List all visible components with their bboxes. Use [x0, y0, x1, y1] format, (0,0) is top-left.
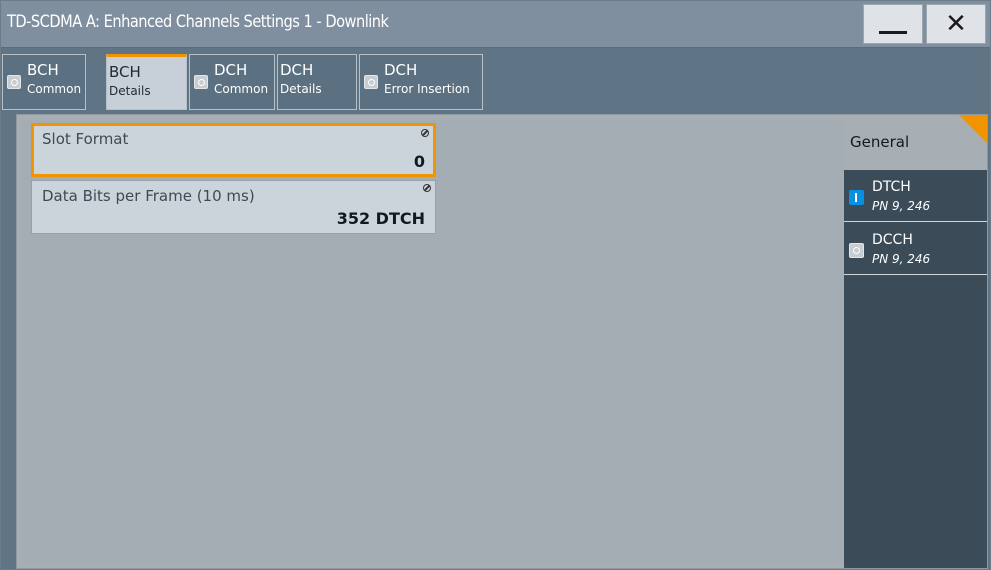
side-item-sub: PN 9, 246: [872, 252, 931, 266]
tab-label-top: DCH: [214, 61, 248, 79]
tab-label-top: DCH: [280, 61, 314, 79]
tab-label-top: BCH: [109, 63, 141, 81]
settings-panel: Slot Format 0 Data Bits per Frame (10 ms…: [21, 119, 845, 564]
read-only-icon: [421, 129, 429, 137]
tab-dch-error-insertion[interactable]: DCH Error Insertion: [359, 54, 483, 110]
side-item-dcch[interactable]: DCCH PN 9, 246: [844, 223, 987, 275]
tab-label-top: DCH: [384, 61, 418, 79]
data-bits-value: 352 DTCH: [336, 209, 425, 228]
dialog-window: TD-SCDMA A: Enhanced Channels Settings 1…: [0, 0, 991, 570]
toggle-off-icon[interactable]: [849, 243, 864, 258]
window-title: TD-SCDMA A: Enhanced Channels Settings 1…: [7, 12, 389, 32]
tab-label-bottom: Details: [109, 84, 151, 98]
minimize-icon: [879, 30, 907, 34]
tab-dch-details[interactable]: DCH Details: [277, 54, 357, 110]
toggle-on-icon[interactable]: [849, 190, 864, 205]
tab-label-top: BCH: [27, 61, 59, 79]
tab-dch-common[interactable]: DCH Common: [189, 54, 275, 110]
tab-enable-checkbox[interactable]: [194, 75, 208, 89]
close-button[interactable]: ✕: [926, 4, 986, 44]
slot-format-field[interactable]: Slot Format 0: [31, 123, 436, 177]
title-bar: TD-SCDMA A: Enhanced Channels Settings 1…: [1, 1, 990, 48]
slot-format-value: 0: [413, 152, 425, 171]
side-item-dtch[interactable]: DTCH PN 9, 246: [844, 170, 987, 222]
side-item-name: DCCH: [872, 232, 913, 248]
tab-label-bottom: Details: [280, 82, 322, 96]
slot-format-label: Slot Format: [42, 130, 129, 148]
tab-enable-checkbox[interactable]: [364, 75, 378, 89]
close-icon: ✕: [945, 9, 967, 39]
side-item-sub: PN 9, 246: [872, 199, 931, 213]
minimize-button[interactable]: [863, 4, 923, 44]
content-area: Slot Format 0 Data Bits per Frame (10 ms…: [16, 114, 988, 569]
tab-label-bottom: Common: [27, 82, 82, 96]
side-item-name: DTCH: [872, 179, 911, 195]
corner-marker-icon: [959, 115, 987, 143]
data-bits-field[interactable]: Data Bits per Frame (10 ms) 352 DTCH: [31, 180, 436, 234]
general-label: General: [850, 133, 910, 151]
data-bits-label: Data Bits per Frame (10 ms): [42, 187, 255, 205]
tab-label-bottom: Common: [214, 82, 269, 96]
tab-strip: BCH Common BCH Details DCH Common DCH De…: [1, 48, 990, 110]
tab-bch-common[interactable]: BCH Common: [2, 54, 86, 110]
side-panel: General DTCH PN 9, 246 DCCH PN 9, 246: [844, 115, 987, 568]
tab-label-bottom: Error Insertion: [384, 82, 470, 96]
general-header[interactable]: General: [844, 115, 987, 170]
tab-bch-details[interactable]: BCH Details: [106, 54, 187, 110]
tab-enable-checkbox[interactable]: [7, 75, 21, 89]
read-only-icon: [423, 184, 431, 192]
